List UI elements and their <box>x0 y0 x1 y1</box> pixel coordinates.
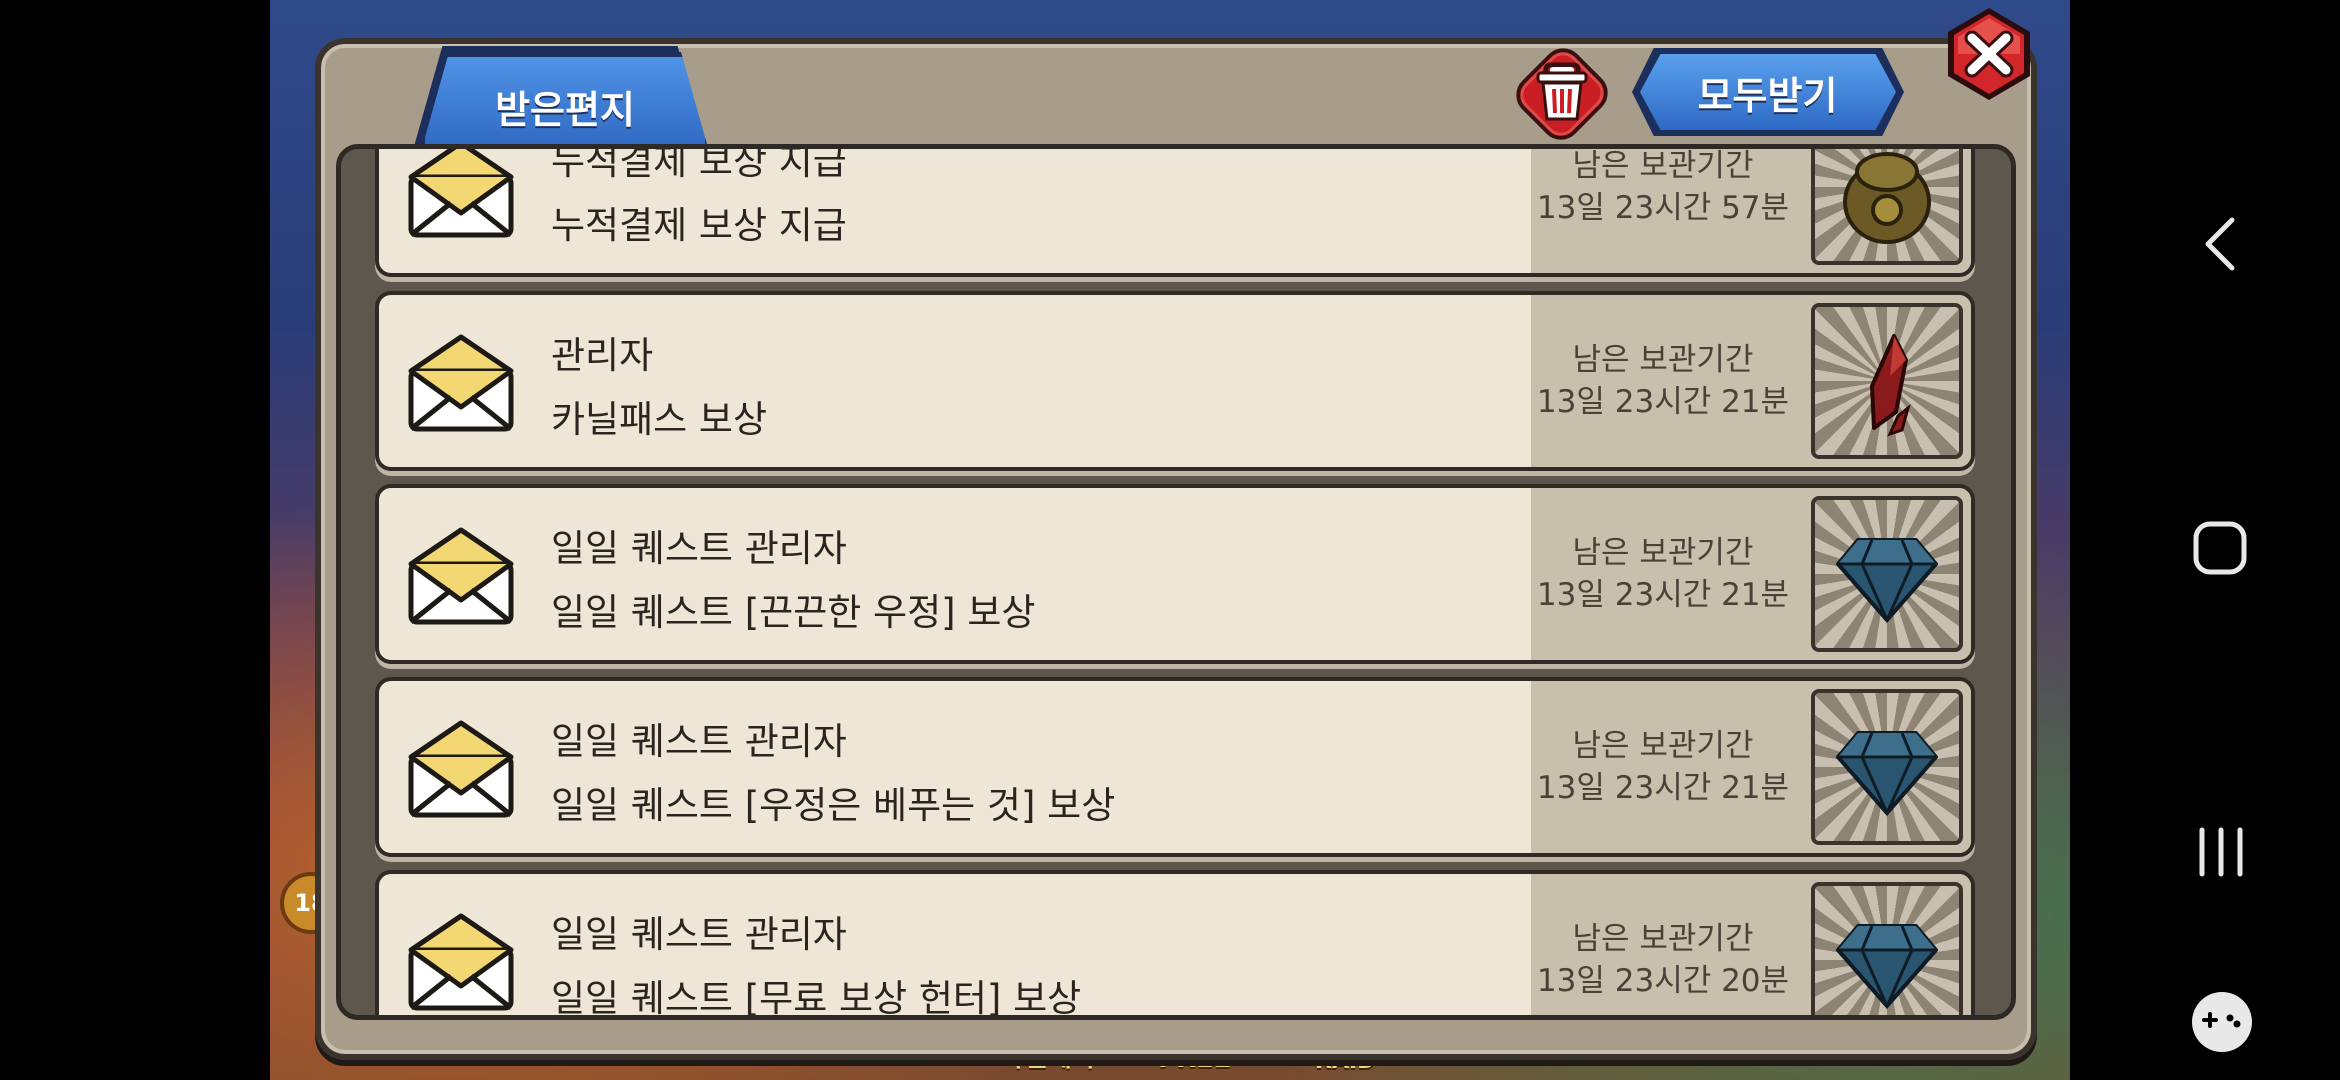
system-nav-bar <box>2070 0 2340 1080</box>
storage-period-value: 13일 23시간 20분 <box>1536 963 1790 999</box>
mail-subject: 일일 퀘스트 [끈끈한 우정] 보상 <box>551 591 1036 634</box>
mail-row[interactable]: 일일 퀘스트 관리자 일일 퀘스트 [우정은 베푸는 것] 보상 남은 보관기간… <box>375 677 1975 857</box>
mail-row[interactable]: 누적결제 보상 지급 누적결제 보상 지급 남은 보관기간 13일 23시간 5… <box>375 149 1975 277</box>
storage-period: 남은 보관기간 13일 23시간 21분 <box>1533 339 1793 423</box>
recent-apps-icon[interactable] <box>2196 824 2246 884</box>
mail-list[interactable]: 누적결제 보상 지급 누적결제 보상 지급 남은 보관기간 13일 23시간 5… <box>336 144 2016 1020</box>
back-icon[interactable] <box>2198 216 2242 276</box>
mail-row[interactable]: 관리자 카닐패스 보상 남은 보관기간 13일 23시간 21분 <box>375 291 1975 471</box>
storage-period-label: 남은 보관기간 <box>1572 342 1754 378</box>
mail-subject: 누적결제 보상 지급 <box>551 204 847 247</box>
reward-slot[interactable] <box>1811 882 1963 1015</box>
storage-period-label: 남은 보관기간 <box>1572 535 1754 571</box>
mail-sender: 일일 퀘스트 관리자 <box>551 913 847 956</box>
envelope-icon <box>405 717 517 821</box>
diamond-icon <box>1836 538 1938 624</box>
close-icon <box>1948 8 2030 100</box>
storage-period-label: 남은 보관기간 <box>1572 728 1754 764</box>
envelope-icon <box>405 331 517 435</box>
mail-sender: 일일 퀘스트 관리자 <box>551 720 847 763</box>
mail-list-viewport: 누적결제 보상 지급 누적결제 보상 지급 남은 보관기간 13일 23시간 5… <box>375 149 1977 1015</box>
reward-slot[interactable] <box>1811 303 1963 459</box>
mail-subject: 일일 퀘스트 [무료 보상 헌터] 보상 <box>551 977 1082 1015</box>
reward-slot[interactable] <box>1811 149 1963 265</box>
storage-period-value: 13일 23시간 21분 <box>1536 770 1790 806</box>
mail-sender: 누적결제 보상 지급 <box>551 149 847 183</box>
trash-icon[interactable] <box>1514 44 1610 140</box>
red-crystal-icon <box>1870 334 1911 437</box>
home-icon[interactable] <box>2192 520 2248 580</box>
storage-period-value: 13일 23시간 57분 <box>1536 190 1790 226</box>
storage-period-label: 남은 보관기간 <box>1572 921 1754 957</box>
mail-subject: 카닐패스 보상 <box>551 398 768 441</box>
storage-period-value: 13일 23시간 21분 <box>1536 384 1790 420</box>
storage-period-value: 13일 23시간 21분 <box>1536 577 1790 613</box>
close-button[interactable] <box>1944 6 2034 102</box>
mail-row[interactable]: 일일 퀘스트 관리자 일일 퀘스트 [끈끈한 우정] 보상 남은 보관기간 13… <box>375 484 1975 664</box>
envelope-icon <box>405 524 517 628</box>
envelope-icon <box>405 149 517 241</box>
storage-period: 남은 보관기간 13일 23시간 21분 <box>1533 532 1793 616</box>
reward-slot[interactable] <box>1811 496 1963 652</box>
tab-inbox[interactable]: 받은편지 <box>420 52 710 155</box>
game-controller-icon[interactable] <box>2190 990 2254 1058</box>
receive-all-label: 모두받기 <box>1697 73 1838 118</box>
storage-period-label: 남은 보관기간 <box>1572 149 1754 184</box>
mail-row[interactable]: 일일 퀘스트 관리자 일일 퀘스트 [무료 보상 헌터] 보상 남은 보관기간 … <box>375 870 1975 1015</box>
envelope-icon <box>405 910 517 1014</box>
diamond-icon <box>1836 924 1938 1010</box>
storage-period: 남은 보관기간 13일 23시간 21분 <box>1533 725 1793 809</box>
diamond-icon <box>1836 731 1938 817</box>
mail-sender: 관리자 <box>551 334 654 377</box>
storage-period: 남은 보관기간 13일 23시간 20분 <box>1533 918 1793 1002</box>
storage-period: 남은 보관기간 13일 23시간 57분 <box>1533 149 1793 229</box>
receive-all-button[interactable]: 모두받기 <box>1635 50 1900 134</box>
mail-subject: 일일 퀘스트 [우정은 베푸는 것] 보상 <box>551 784 1116 827</box>
reward-slot[interactable] <box>1811 689 1963 845</box>
bronze-chest-icon <box>1843 152 1931 244</box>
mail-sender: 일일 퀘스트 관리자 <box>551 527 847 570</box>
tab-inbox-label: 받은편지 <box>495 87 635 132</box>
